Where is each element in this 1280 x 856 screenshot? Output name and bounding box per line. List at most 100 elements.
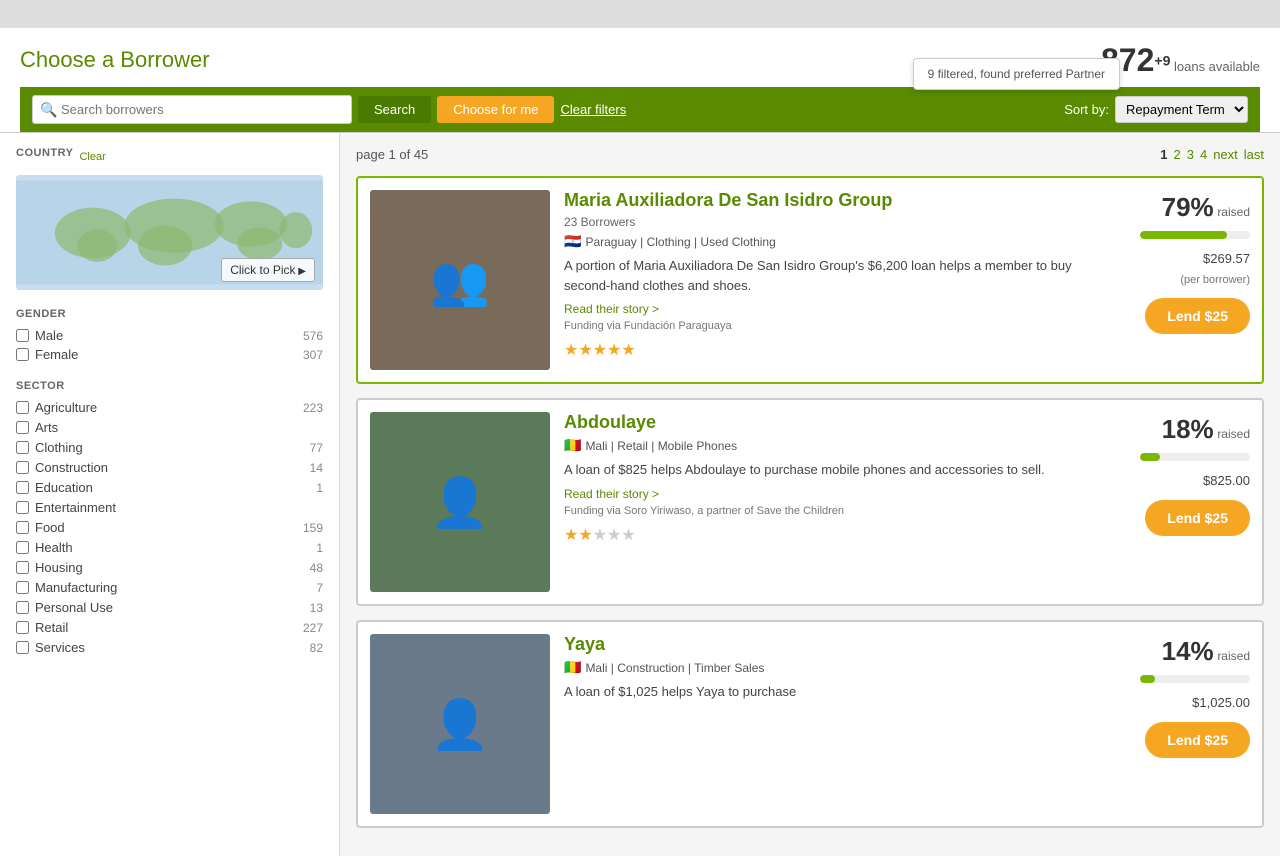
loan-location: 🇵🇾 Paraguay | Clothing | Used Clothing (564, 233, 1096, 250)
loan-raised-label: raised (1217, 427, 1250, 441)
sector-checkbox[interactable] (16, 441, 29, 454)
search-button[interactable]: Search (358, 96, 431, 123)
tooltip-box: 9 filtered, found preferred Partner (913, 58, 1120, 90)
sector-checkbox[interactable] (16, 421, 29, 434)
sector-filter-row: Clothing 77 (16, 440, 323, 455)
funding-partner: Funding via Soro Yiriwaso, a partner of … (564, 505, 1096, 517)
gender-count: 576 (295, 329, 323, 343)
sector-filter-row: Entertainment (16, 500, 323, 515)
loan-card: 👤 Abdoulaye 🇲🇱 Mali | Retail | Mobile Ph… (356, 398, 1264, 606)
loan-side: 79% raised $269.57 (per borrower) Lend $… (1110, 190, 1250, 370)
sector-filter-row: Food 159 (16, 520, 323, 535)
loans-available: 872+9 loans available (1101, 42, 1260, 79)
stars: ★★★★★ (564, 340, 1096, 360)
flag-icon: 🇵🇾 (564, 233, 581, 250)
loan-amount: $825.00 (1203, 473, 1250, 488)
lend-button[interactable]: Lend $25 (1145, 722, 1250, 758)
sector-count: 14 (295, 461, 323, 475)
sidebar: COUNTRY Clear Click to Pick (0, 133, 340, 856)
sector-checkbox[interactable] (16, 521, 29, 534)
sector-label: Arts (35, 420, 289, 435)
loan-card: 👥 Maria Auxiliadora De San Isidro Group … (356, 176, 1264, 384)
sector-checkbox[interactable] (16, 601, 29, 614)
loan-photo: 👤 (370, 634, 550, 814)
funding-partner: Funding via Fundación Paraguaya (564, 320, 1096, 332)
loan-name[interactable]: Yaya (564, 634, 1096, 655)
star-icon: ★ (564, 527, 578, 544)
sector-filter-row: Manufacturing 7 (16, 580, 323, 595)
page-link-1[interactable]: 1 (1160, 147, 1167, 162)
progress-bar-wrap (1140, 453, 1250, 461)
sector-checkbox[interactable] (16, 581, 29, 594)
read-story-link[interactable]: Read their story > (564, 302, 659, 316)
sector-filter-row: Education 1 (16, 480, 323, 495)
gender-checkbox[interactable] (16, 348, 29, 361)
sector-count: 1 (295, 541, 323, 555)
sector-filter-row: Health 1 (16, 540, 323, 555)
sort-select[interactable]: Repayment Term (1115, 96, 1248, 123)
sector-label: Construction (35, 460, 289, 475)
sector-count: 227 (295, 621, 323, 635)
gender-filter-row: Male 576 (16, 328, 323, 343)
sector-checkbox[interactable] (16, 641, 29, 654)
loan-pct: 18% (1162, 414, 1214, 444)
sector-checkbox[interactable] (16, 461, 29, 474)
loans-sup: +9 (1154, 53, 1170, 69)
loan-location: 🇲🇱 Mali | Retail | Mobile Phones (564, 437, 1096, 454)
sector-filter-row: Housing 48 (16, 560, 323, 575)
sector-label: Education (35, 480, 289, 495)
page-link-last[interactable]: last (1244, 147, 1264, 162)
sector-count: 77 (295, 441, 323, 455)
clear-filters-button[interactable]: Clear filters (560, 102, 626, 117)
sector-checkbox[interactable] (16, 621, 29, 634)
star-icon: ★ (593, 527, 607, 544)
sector-count: 159 (295, 521, 323, 535)
stars: ★★★★★ (564, 525, 1096, 545)
loan-amount: $1,025.00 (1192, 695, 1250, 710)
lend-button[interactable]: Lend $25 (1145, 298, 1250, 334)
star-icon: ★ (621, 342, 635, 359)
sector-label: Housing (35, 560, 289, 575)
sector-checkbox[interactable] (16, 401, 29, 414)
loan-name[interactable]: Maria Auxiliadora De San Isidro Group (564, 190, 1096, 211)
page-link-2[interactable]: 2 (1173, 147, 1180, 162)
lend-button[interactable]: Lend $25 (1145, 500, 1250, 536)
page-link-next[interactable]: next (1213, 147, 1238, 162)
sector-checkbox[interactable] (16, 541, 29, 554)
progress-bar-wrap (1140, 231, 1250, 239)
loans-label: loans available (1174, 59, 1260, 74)
loan-borrowers: 23 Borrowers (564, 215, 1096, 229)
star-icon: ★ (578, 342, 592, 359)
page-link-3[interactable]: 3 (1187, 147, 1194, 162)
map-container[interactable]: Click to Pick (16, 175, 323, 290)
loan-amount: $269.57 (1203, 251, 1250, 266)
loan-pct: 14% (1162, 636, 1214, 666)
search-input[interactable] (32, 95, 352, 124)
page-link-4[interactable]: 4 (1200, 147, 1207, 162)
gender-checkbox[interactable] (16, 329, 29, 342)
loan-card: 👤 Yaya 🇲🇱 Mali | Construction | Timber S… (356, 620, 1264, 828)
sector-checkbox[interactable] (16, 481, 29, 494)
sector-label: Retail (35, 620, 289, 635)
sector-checkbox[interactable] (16, 501, 29, 514)
country-clear-link[interactable]: Clear (79, 151, 105, 163)
progress-bar-wrap (1140, 675, 1250, 683)
loan-pct: 79% (1162, 192, 1214, 222)
sector-label: Manufacturing (35, 580, 289, 595)
click-to-pick[interactable]: Click to Pick (221, 258, 315, 282)
sector-filter-row: Services 82 (16, 640, 323, 655)
sector-count: 13 (295, 601, 323, 615)
sector-count: 1 (295, 481, 323, 495)
choose-for-me-button[interactable]: Choose for me (437, 96, 554, 123)
read-story-link[interactable]: Read their story > (564, 487, 659, 501)
pagination-info: page 1 of 45 (356, 147, 428, 162)
loan-side: 14% raised $1,025.00 Lend $25 (1110, 634, 1250, 814)
sector-count: 82 (295, 641, 323, 655)
sector-filter-row: Retail 227 (16, 620, 323, 635)
sector-count: 48 (295, 561, 323, 575)
star-icon: ★ (593, 342, 607, 359)
loan-description: A loan of $825 helps Abdoulaye to purcha… (564, 460, 1096, 480)
sector-checkbox[interactable] (16, 561, 29, 574)
loan-location: 🇲🇱 Mali | Construction | Timber Sales (564, 659, 1096, 676)
loan-name[interactable]: Abdoulaye (564, 412, 1096, 433)
